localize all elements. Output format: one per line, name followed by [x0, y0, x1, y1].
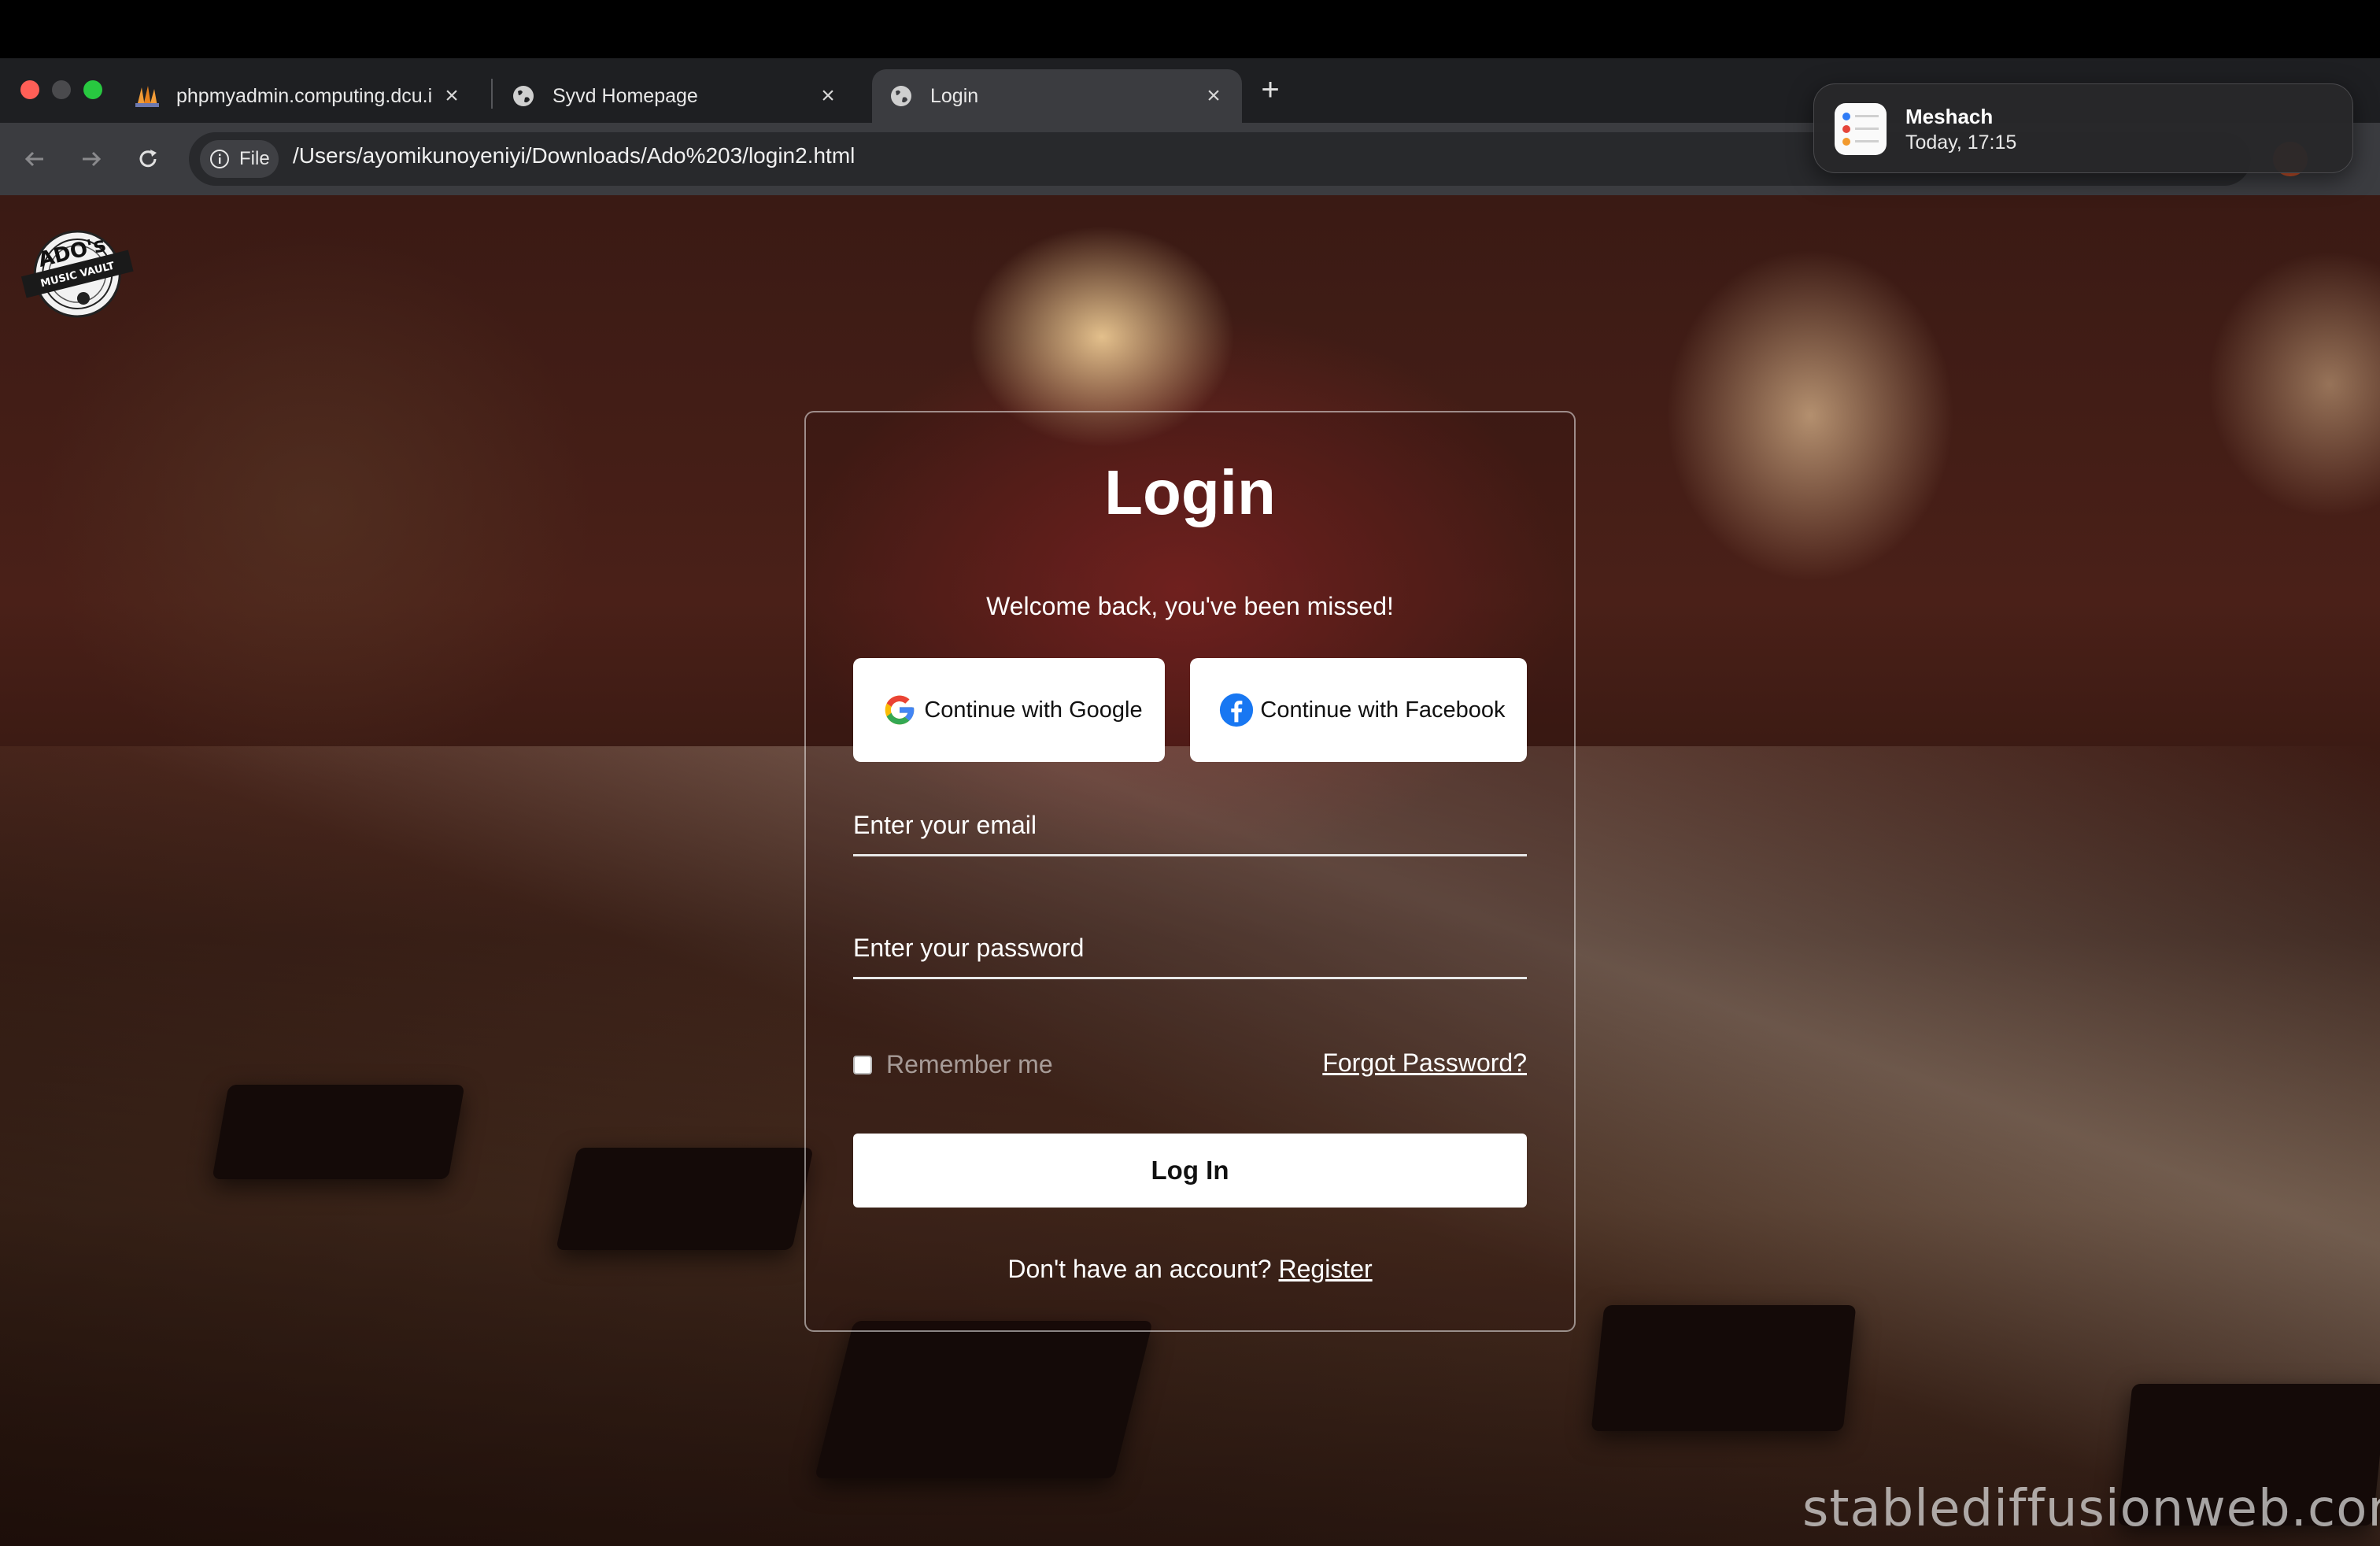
google-login-button[interactable]: Continue with Google — [853, 658, 1165, 762]
site-logo[interactable]: MUSIC VAULT ADO's — [17, 222, 137, 324]
tab-syvd-homepage[interactable]: Syvd Homepage × — [494, 69, 856, 123]
tab-title: Syvd Homepage — [552, 84, 698, 107]
phpmyadmin-icon — [134, 83, 161, 109]
file-chip-label: File — [239, 148, 270, 169]
remember-me-checkbox[interactable] — [853, 1055, 872, 1074]
reminders-icon — [1835, 103, 1887, 155]
arrow-left-icon — [24, 151, 43, 167]
tab-title: phpmyadmin.computing.dcu.i — [176, 84, 433, 107]
register-prompt-text: Don't have an account? — [1007, 1255, 1272, 1283]
reload-icon — [139, 150, 157, 168]
remember-me[interactable]: Remember me — [853, 1050, 1053, 1079]
minimize-window-button[interactable] — [52, 80, 71, 99]
close-tab-icon[interactable]: × — [1201, 83, 1226, 109]
tab-login[interactable]: Login × — [872, 69, 1242, 123]
remember-me-label: Remember me — [886, 1050, 1053, 1078]
watermark: stablediffusionweb.com — [1802, 1480, 2380, 1538]
register-link[interactable]: Register — [1278, 1255, 1372, 1283]
google-icon — [881, 692, 918, 728]
tab-divider — [491, 79, 493, 109]
piano-key — [1591, 1305, 1857, 1431]
url-text[interactable]: /Users/ayomikunoyeniyi/Downloads/Ado%203… — [293, 143, 855, 168]
email-field[interactable] — [853, 801, 1527, 849]
globe-icon — [888, 83, 915, 109]
notification-banner[interactable]: Meshach Today, 17:15 — [1813, 83, 2353, 173]
forward-button[interactable] — [72, 140, 110, 178]
facebook-icon — [1218, 692, 1255, 728]
notification-time: Today, 17:15 — [1905, 131, 2017, 153]
forgot-password-link[interactable]: Forgot Password? — [1322, 1049, 1527, 1078]
globe-icon — [510, 83, 537, 109]
new-tab-button[interactable]: + — [1253, 72, 1288, 107]
piano-key — [212, 1085, 465, 1179]
info-icon — [210, 150, 229, 168]
email-field-wrapper — [853, 801, 1527, 856]
facebook-login-button[interactable]: Continue with Facebook — [1190, 658, 1527, 762]
page-title: Login — [1104, 457, 1276, 527]
close-tab-icon[interactable]: × — [439, 83, 464, 109]
notification-title: Meshach — [1905, 105, 1994, 128]
arrow-right-icon — [83, 151, 102, 167]
log-in-button[interactable]: Log In — [853, 1134, 1527, 1208]
close-window-button[interactable] — [20, 80, 39, 99]
facebook-button-label: Continue with Facebook — [1260, 697, 1506, 723]
menubar — [0, 0, 2380, 58]
site-info-chip[interactable]: File — [200, 140, 279, 178]
welcome-text: Welcome back, you've been missed! — [986, 592, 1394, 620]
reload-button[interactable] — [129, 140, 167, 178]
piano-key — [815, 1321, 1153, 1478]
tab-phpmyadmin[interactable]: phpmyadmin.computing.dcu.i × — [118, 69, 480, 123]
maximize-window-button[interactable] — [83, 80, 102, 99]
google-button-label: Continue with Google — [924, 697, 1143, 723]
password-field-wrapper — [853, 924, 1527, 979]
piano-key — [556, 1148, 814, 1250]
close-tab-icon[interactable]: × — [815, 83, 841, 109]
tab-title: Login — [930, 84, 979, 107]
register-prompt: Don't have an account? Register — [804, 1255, 1576, 1284]
password-field[interactable] — [853, 924, 1527, 971]
back-button[interactable] — [16, 140, 54, 178]
